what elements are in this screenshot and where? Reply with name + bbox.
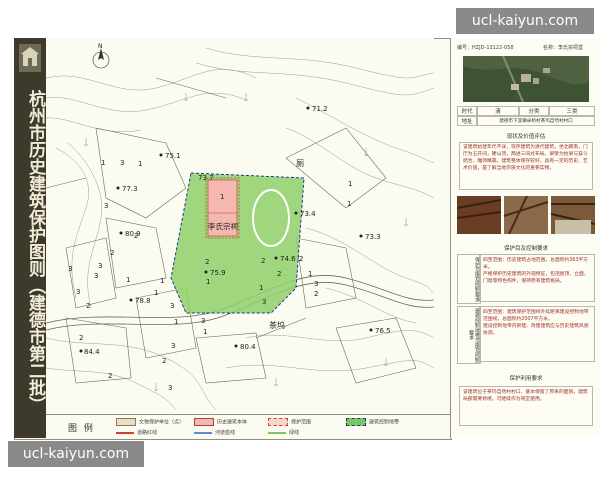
legend-swatch (194, 418, 214, 426)
plot-number-label: 3 (314, 280, 318, 288)
protect-label-2: 建筑控制地带范围及控制要求 (457, 306, 481, 364)
protect-section-title: 保护目及控制要求 (503, 246, 548, 252)
status-section-title: 现状及价值评估 (506, 134, 546, 140)
building-code: 编号：HZJD-13122-058 (457, 45, 514, 51)
legend-swatch (268, 418, 288, 426)
plot-number-label: 1 (138, 160, 142, 168)
protect-text-1: 四至范围：历史建筑占地范围，总面积约363平方米。 严格保护历史建筑的外观特征，… (479, 254, 595, 302)
elevation-label: 73.7 (198, 174, 214, 182)
era-label: 时代 (457, 106, 477, 116)
status-text: 该建筑始建年代不详，现存建筑为清代建筑，坐北朝南，门厅为五开间，硬山顶，两进三间… (459, 142, 593, 190)
legend-swatch (116, 431, 134, 434)
plot-number-label: 1 (174, 318, 178, 326)
plot-number-label: 3 (104, 202, 108, 210)
plot-number-label: 2 (110, 249, 114, 257)
building-title: 名称：李氏宗祠堂 (543, 45, 584, 51)
plot-number-label: 2 (314, 290, 318, 298)
plot-number-label: 3 (170, 302, 174, 310)
elevation-label: 73.4 (300, 210, 316, 218)
banner-title: 杭州市历史建筑保护图则（建德市第二批） (25, 90, 45, 413)
compass-label: N (98, 43, 103, 50)
plot-number-label: 1 (101, 159, 105, 167)
emblem-icon (19, 44, 41, 72)
watermark-top: ucl-kaiyun.com (456, 8, 594, 34)
legend-item-protection-range: 保护范围 (268, 418, 311, 426)
legend-swatch (346, 418, 366, 426)
era-value: 清 (477, 106, 519, 116)
elevation-label: 84.4 (84, 348, 100, 356)
protect-text-2: 四至范围：建筑保护范围线外延距离建设控制地带范围线，总面积约2007平方米。 建… (479, 306, 595, 362)
site-map: N 71.275.177.380.973.473.375.974.678.884… (46, 38, 434, 410)
plot-number-label: 3 (76, 288, 80, 296)
legend-swatch (268, 431, 286, 434)
legend-swatch (116, 418, 136, 426)
elevation-label: 78.8 (135, 297, 151, 305)
elevation-label: 71.2 (312, 105, 328, 113)
elevation-label: 77.3 (122, 185, 138, 193)
info-panel: 编号：HZJD-13122-058 名称：李氏宗祠堂 时代 清 分类 三类 地址… (450, 38, 600, 438)
plot-number-label: 1 (347, 200, 351, 208)
plot-number-label: 3 (168, 384, 172, 392)
plot-number-label: 1 (203, 328, 207, 336)
toilet-label: 厕 (296, 159, 304, 168)
plot-number-label: 1 (259, 284, 263, 292)
plot-number-label: 3 (120, 159, 124, 167)
plot-number-label: 1 (126, 276, 130, 284)
legend-item-control-zone: 建筑控制地带 (346, 418, 399, 426)
plot-number-label: 3 (68, 265, 72, 273)
watermark-bottom: ucl-kaiyun.com (8, 441, 144, 467)
plot-number-label: 1 (348, 180, 352, 188)
control-zone (170, 172, 305, 314)
legend-item-building: 历史建筑本体 (194, 418, 247, 426)
info-row-era: 时代 清 分类 三类 (451, 106, 600, 116)
legend-swatch (194, 431, 212, 434)
building-name-label: 李氏宗祠 (208, 221, 238, 231)
plot-number-label: 1 (154, 289, 158, 297)
info-row-address: 地址 建德市下涯镇卓桥村茶坞自然村村口 (451, 116, 600, 126)
building-photos (457, 196, 595, 234)
plot-number-label: 1 (206, 278, 210, 286)
elevation-label: 80.4 (240, 343, 256, 351)
plot-number-label: 2 (108, 372, 112, 380)
elevation-label: 73.3 (365, 233, 381, 241)
plot-number-label: 3 (171, 342, 175, 350)
plot-number-label: 3 (262, 298, 266, 306)
plot-number-label: 2 (299, 255, 303, 263)
plot-number-label: 3 (94, 272, 98, 280)
legend-item-river-line: 河道蓝线 (194, 429, 235, 436)
building-number-label: 1 (220, 193, 224, 201)
title-banner: 杭州市历史建筑保护图则（建德市第二批） (14, 38, 46, 438)
plot-number-label: 2 (205, 258, 209, 266)
plot-number-label: 1 (160, 277, 164, 285)
plot-number-label: 2 (261, 257, 265, 265)
protect-label-1: 保护范围及控制要求 (457, 254, 481, 304)
elevation-label: 76.5 (375, 327, 391, 335)
plot-number-label: 2 (162, 357, 166, 365)
plot-number-label: 2 (86, 302, 90, 310)
legend-item-green-line: 绿线 (268, 429, 299, 436)
legend: 图 例 文物保护单位（点） 历史建筑本体 保护范围 建筑控制地带 道路红线 河道… (46, 414, 450, 439)
tea-village-label: 茶坞 (269, 320, 285, 330)
plot-number-label: 2 (277, 270, 281, 278)
plot-number-label: 2 (134, 232, 138, 240)
plot-number-label: 3 (98, 262, 102, 270)
plot-number-label: 2 (79, 334, 83, 342)
elevation-label: 75.9 (210, 269, 226, 277)
address-value: 建德市下涯镇卓桥村茶坞自然村村口 (477, 116, 595, 126)
category-value: 三类 (549, 106, 595, 116)
plot-number-label: 3 (201, 317, 205, 325)
address-label: 地址 (457, 116, 477, 126)
elevation-label: 74.6 (280, 255, 296, 263)
elevation-label: 75.1 (165, 152, 181, 160)
plot-number-label: 1 (308, 270, 312, 278)
legend-item-road-line: 道路红线 (116, 429, 157, 436)
use-text: 该建筑位于茶坞自然村村口，基本保留了原来的面貌，建筑局部需要修缮，可继续作为祠堂… (459, 386, 593, 426)
legend-item-heritage-point: 文物保护单位（点） (116, 418, 184, 426)
aerial-photo (463, 56, 589, 102)
panel-header: 编号：HZJD-13122-058 名称：李氏宗祠堂 (451, 42, 600, 52)
use-section-title: 保护利用要求 (509, 376, 543, 382)
category-label: 分类 (519, 106, 549, 116)
legend-title: 图 例 (68, 424, 95, 434)
